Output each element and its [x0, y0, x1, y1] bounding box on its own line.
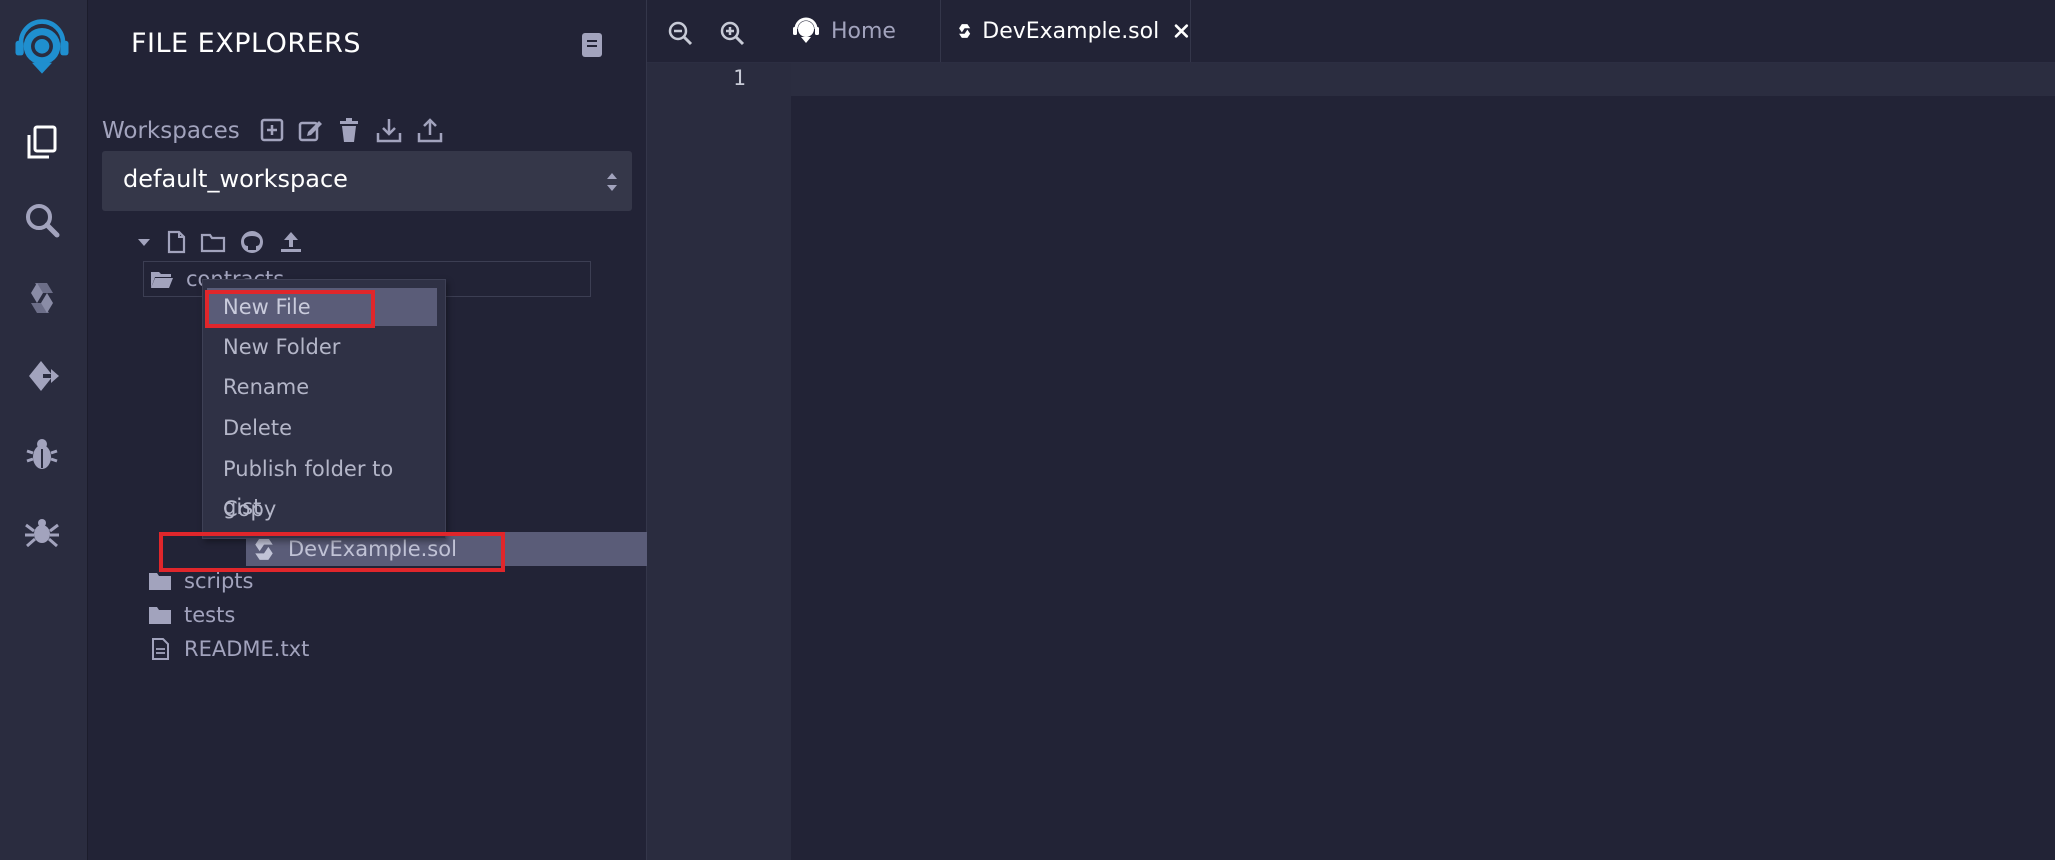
icon-rail — [0, 0, 88, 860]
folder-open-icon — [151, 272, 173, 288]
menu-item-publish-gist[interactable]: Publish folder to gist — [207, 450, 437, 519]
restore-workspace-icon[interactable] — [417, 117, 443, 143]
create-workspace-icon[interactable] — [259, 117, 285, 143]
search-icon[interactable] — [17, 195, 67, 245]
menu-item-copy[interactable]: Copy — [207, 490, 437, 528]
rename-workspace-icon[interactable] — [297, 117, 323, 143]
upload-file-icon[interactable] — [278, 229, 304, 255]
github-icon[interactable] — [239, 229, 265, 255]
folder-label: tests — [184, 603, 236, 627]
new-file-icon[interactable] — [163, 229, 189, 255]
solidity-file-icon — [255, 538, 273, 560]
solidity-compiler-icon[interactable] — [17, 273, 67, 323]
file-label: DevExample.sol — [288, 537, 457, 561]
tab-home[interactable]: Home — [779, 0, 941, 62]
code-editor[interactable] — [791, 96, 2055, 860]
menu-item-new-file[interactable]: New File — [207, 288, 437, 326]
plugin-bug-icon[interactable] — [17, 507, 67, 557]
menu-item-delete[interactable]: Delete — [207, 409, 437, 447]
editor-area: Home DevExample.sol 1 — [647, 0, 2055, 860]
remix-logo-icon[interactable] — [7, 14, 77, 84]
tab-bar: Home DevExample.sol — [647, 0, 2055, 63]
menu-item-rename[interactable]: Rename — [207, 368, 437, 406]
folder-tests[interactable]: tests — [148, 599, 235, 631]
remix-ide-window: FILE EXPLORERS Workspaces default_worksp… — [0, 0, 2055, 860]
zoom-in-icon[interactable] — [719, 20, 745, 46]
file-readme[interactable]: README.txt — [148, 633, 309, 665]
deploy-run-icon[interactable] — [17, 351, 67, 401]
select-arrows-icon — [604, 169, 620, 195]
tab-label: DevExample.sol — [982, 18, 1160, 44]
menu-item-new-folder[interactable]: New Folder — [207, 328, 437, 366]
folder-icon — [149, 607, 171, 624]
file-label: README.txt — [184, 637, 310, 661]
folder-label: scripts — [184, 569, 254, 593]
delete-workspace-icon[interactable] — [336, 117, 362, 143]
folder-icon — [149, 573, 171, 590]
workspace-select[interactable]: default_workspace — [102, 151, 632, 211]
solidity-file-icon — [959, 24, 971, 38]
debugger-icon[interactable] — [17, 429, 67, 479]
zoom-out-icon[interactable] — [667, 20, 693, 46]
text-file-icon — [152, 638, 169, 660]
close-icon[interactable] — [1173, 20, 1190, 42]
tab-devexample-sol[interactable]: DevExample.sol — [941, 0, 1191, 62]
remix-home-icon — [793, 17, 819, 43]
workspaces-label: Workspaces — [102, 118, 240, 144]
workspace-select-value: default_workspace — [123, 165, 348, 193]
documentation-icon[interactable] — [580, 32, 604, 58]
file-explorer-icon[interactable] — [17, 117, 67, 167]
context-menu: New File New Folder Rename Delete Publis… — [202, 279, 446, 539]
download-workspace-icon[interactable] — [376, 117, 402, 143]
line-number: 1 — [733, 66, 746, 90]
tab-label: Home — [831, 18, 896, 44]
caret-down-icon[interactable] — [131, 229, 157, 255]
folder-scripts[interactable]: scripts — [148, 565, 253, 597]
line-number-gutter — [647, 63, 791, 860]
new-folder-icon[interactable] — [200, 229, 226, 255]
panel-title: FILE EXPLORERS — [131, 28, 362, 59]
current-line-highlight — [791, 63, 2055, 96]
